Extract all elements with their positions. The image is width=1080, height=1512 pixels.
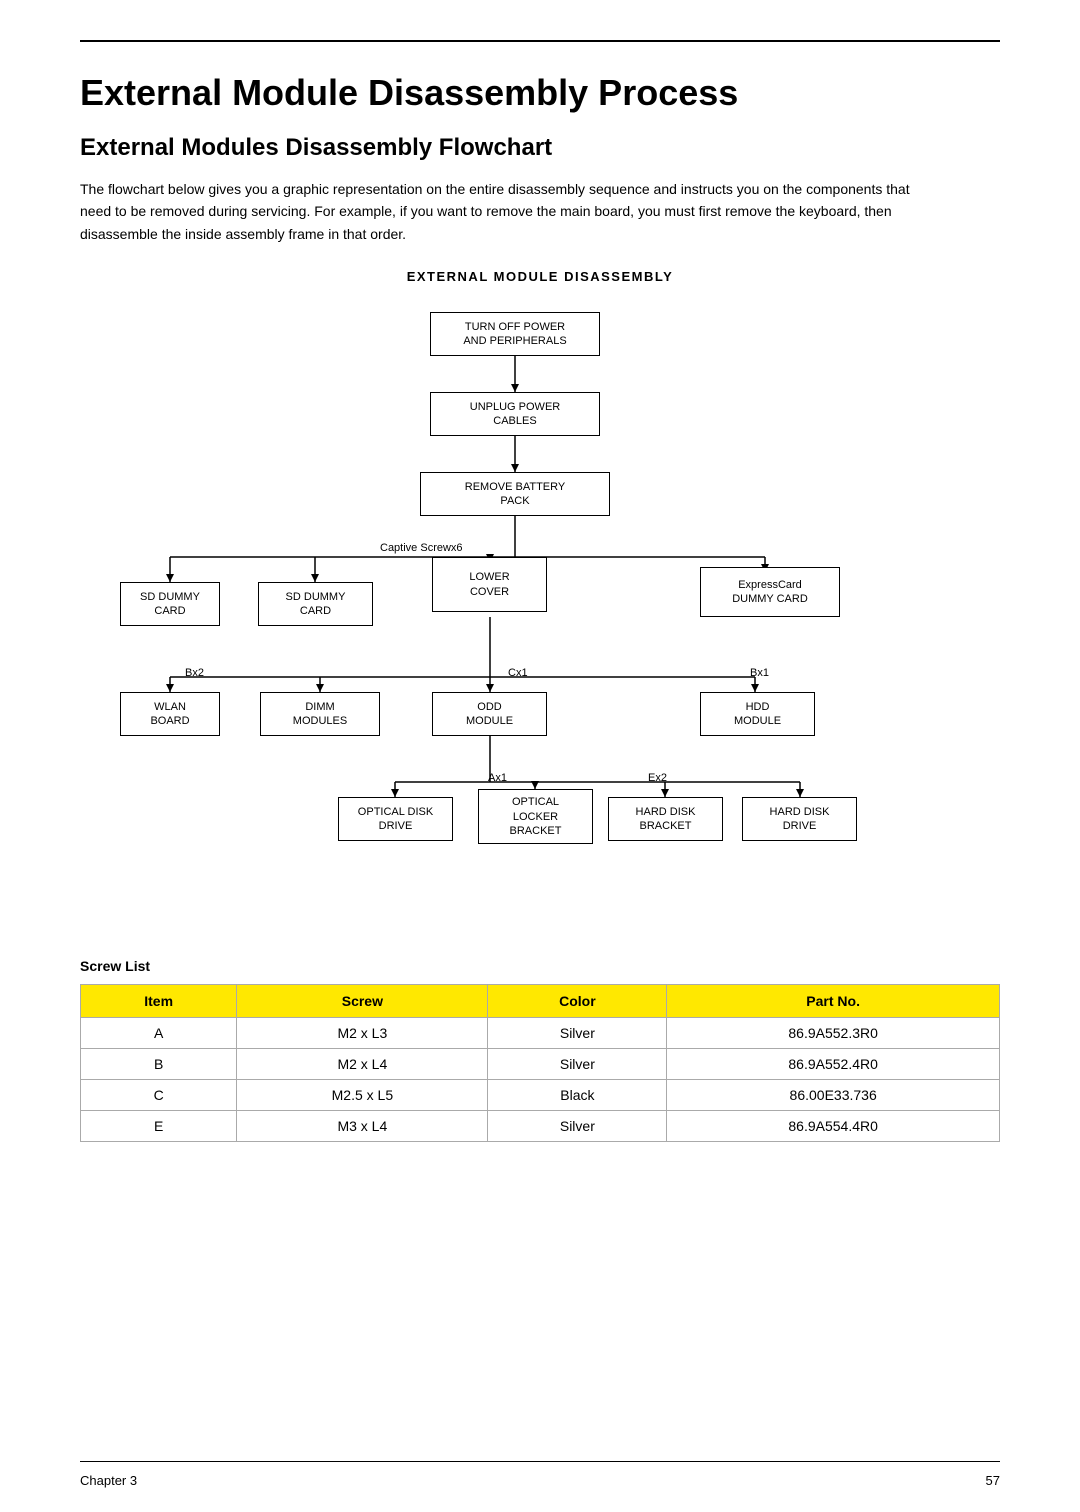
section-title: External Modules Disassembly Flowchart	[80, 134, 1000, 162]
table-cell-item: A	[81, 1018, 237, 1049]
fc-box-lower-cover: LOWERCOVER	[432, 557, 547, 612]
flowchart-heading: EXTERNAL MODULE DISASSEMBLY	[80, 269, 1000, 284]
intro-text: The flowchart below gives you a graphic …	[80, 178, 940, 245]
bottom-rule	[80, 1461, 1000, 1462]
table-cell-part_no: 86.9A552.4R0	[667, 1049, 1000, 1080]
table-cell-screw: M2 x L4	[237, 1049, 488, 1080]
fc-box-sd-dummy2: SD DUMMYCARD	[258, 582, 373, 626]
fc-box-unplug: UNPLUG POWERCABLES	[430, 392, 600, 436]
table-cell-item: E	[81, 1111, 237, 1142]
label-ex2: Ex2	[648, 772, 667, 784]
table-row: EM3 x L4Silver86.9A554.4R0	[81, 1111, 1000, 1142]
fc-box-hard-disk-bracket: HARD DISKBRACKET	[608, 797, 723, 841]
fc-box-turn-off: TURN OFF POWERAND PERIPHERALS	[430, 312, 600, 356]
screw-list-title: Screw List	[80, 958, 1000, 974]
table-cell-part_no: 86.9A552.3R0	[667, 1018, 1000, 1049]
page-title: External Module Disassembly Process	[80, 72, 1000, 114]
label-captive-screw: Captive Screwx6	[380, 542, 463, 554]
table-cell-item: B	[81, 1049, 237, 1080]
table-cell-screw: M2.5 x L5	[237, 1080, 488, 1111]
table-cell-screw: M2 x L3	[237, 1018, 488, 1049]
table-cell-color: Silver	[488, 1111, 667, 1142]
fc-box-wlan: WLANBOARD	[120, 692, 220, 736]
col-header-partno: Part No.	[667, 985, 1000, 1018]
page: External Module Disassembly Process Exte…	[0, 0, 1080, 1512]
fc-box-sd-dummy1: SD DUMMYCARD	[120, 582, 220, 626]
top-rule	[80, 40, 1000, 42]
fc-box-hard-disk-drive: HARD DISKDRIVE	[742, 797, 857, 841]
table-cell-screw: M3 x L4	[237, 1111, 488, 1142]
fc-box-dimm: DIMMMODULES	[260, 692, 380, 736]
fc-box-optical-locker: OPTICALLOCKERBRACKET	[478, 789, 593, 844]
col-header-color: Color	[488, 985, 667, 1018]
fc-box-expresscard: ExpressCardDUMMY CARD	[700, 567, 840, 617]
screw-list-section: Screw List Item Screw Color Part No. AM2…	[80, 958, 1000, 1142]
table-row: AM2 x L3Silver86.9A552.3R0	[81, 1018, 1000, 1049]
flowchart-container: TURN OFF POWERAND PERIPHERALS UNPLUG POW…	[80, 302, 1000, 922]
table-cell-color: Silver	[488, 1049, 667, 1080]
fc-box-remove-battery: REMOVE BATTERYPACK	[420, 472, 610, 516]
table-cell-part_no: 86.00E33.736	[667, 1080, 1000, 1111]
footer-right: 57	[986, 1473, 1000, 1488]
table-row: CM2.5 x L5Black86.00E33.736	[81, 1080, 1000, 1111]
label-bx1: Bx1	[750, 667, 769, 679]
table-cell-color: Silver	[488, 1018, 667, 1049]
fc-box-odd: ODDMODULE	[432, 692, 547, 736]
table-cell-color: Black	[488, 1080, 667, 1111]
label-ax1: Ax1	[488, 772, 507, 784]
flowchart: TURN OFF POWERAND PERIPHERALS UNPLUG POW…	[110, 302, 970, 922]
label-cx1: Cx1	[508, 667, 528, 679]
col-header-screw: Screw	[237, 985, 488, 1018]
table-row: BM2 x L4Silver86.9A552.4R0	[81, 1049, 1000, 1080]
screw-table: Item Screw Color Part No. AM2 x L3Silver…	[80, 984, 1000, 1142]
table-cell-part_no: 86.9A554.4R0	[667, 1111, 1000, 1142]
label-bx2: Bx2	[185, 667, 204, 679]
footer-left: Chapter 3	[80, 1473, 137, 1488]
fc-box-hdd-module: HDDMODULE	[700, 692, 815, 736]
table-cell-item: C	[81, 1080, 237, 1111]
footer: Chapter 3 57	[80, 1473, 1000, 1488]
fc-box-optical-disk: OPTICAL DISKDRIVE	[338, 797, 453, 841]
col-header-item: Item	[81, 985, 237, 1018]
